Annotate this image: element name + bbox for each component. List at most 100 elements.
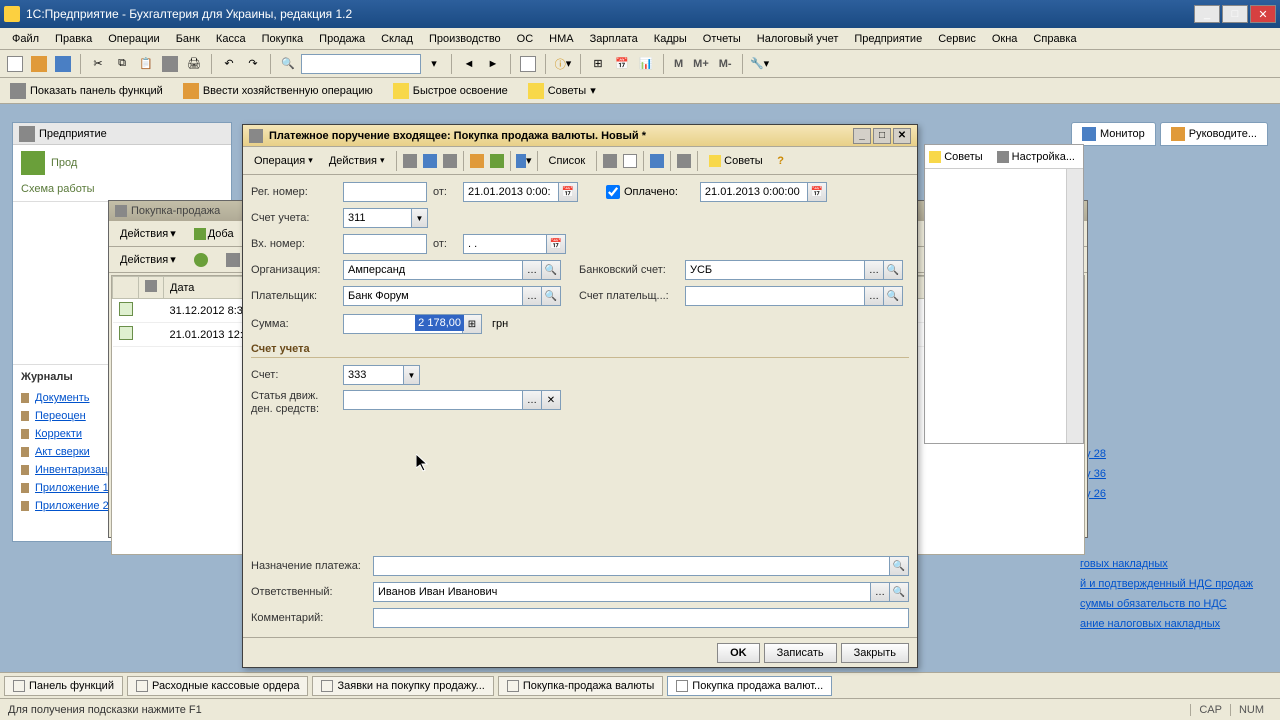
menu-reports[interactable]: Отчеты [695,30,749,48]
menu-salary[interactable]: Зарплата [582,30,646,48]
print-icon[interactable]: 🖨 [183,53,205,75]
chart-icon[interactable]: 📊 [635,53,657,75]
minimize-button[interactable]: _ [1194,5,1220,23]
tb-icon-3[interactable] [441,152,459,170]
payeracc-search-icon[interactable]: 🔍 [883,286,903,306]
show-panel-button[interactable]: Показать панель функций [4,81,169,101]
responsible-select-icon[interactable]: … [870,582,890,602]
org-select-icon[interactable]: … [522,260,542,280]
menu-purchase[interactable]: Покупка [254,30,312,48]
actions-button[interactable]: Действия [322,151,392,171]
m-minus-button[interactable]: M- [715,58,736,70]
from2-input[interactable] [463,234,547,254]
tb-icon-5[interactable] [488,152,506,170]
org-search-icon[interactable]: 🔍 [541,260,561,280]
payer-select-icon[interactable]: … [522,286,542,306]
tab-monitor[interactable]: Монитор [1071,122,1156,146]
dropdown-icon[interactable]: ▾ [423,53,445,75]
tb-icon-2[interactable] [421,152,439,170]
menu-file[interactable]: Файл [4,30,47,48]
nav-back-icon[interactable]: ◄ [458,53,480,75]
purpose-input[interactable] [373,556,890,576]
paste-icon[interactable]: 📋 [135,53,157,75]
tb-icon-8[interactable] [648,152,666,170]
tb-icon-6[interactable] [601,152,619,170]
dialog-close[interactable]: ✕ [893,128,911,144]
task-item-0[interactable]: Расходные кассовые ордера [127,676,309,696]
from1-calendar-icon[interactable]: 📅 [558,182,578,202]
tips-button[interactable]: Советы▾ [522,81,602,101]
icon-1[interactable] [159,53,181,75]
close-button[interactable]: Закрыть [841,643,909,663]
tab-enterprise[interactable]: Предприятие [13,123,231,145]
menu-enterprise[interactable]: Предприятие [846,30,930,48]
rlink-2[interactable]: ту 26 [1080,484,1260,504]
menu-cash[interactable]: Касса [208,30,254,48]
acc-dropdown-icon[interactable]: ▼ [403,365,420,385]
m-button[interactable]: M [670,58,687,70]
from2-calendar-icon[interactable]: 📅 [546,234,566,254]
comment-input[interactable] [373,608,909,628]
bankacc-search-icon[interactable]: 🔍 [883,260,903,280]
tb-icon-9[interactable] [675,152,693,170]
rlink-5[interactable]: суммы обязательств по НДС [1080,594,1260,614]
account-dropdown-icon[interactable]: ▼ [411,208,428,228]
side-settings-button[interactable]: Настройка... [993,149,1079,165]
tb-icon-1[interactable] [401,152,419,170]
menu-warehouse[interactable]: Склад [373,30,421,48]
menu-service[interactable]: Сервис [930,30,984,48]
inno-input[interactable] [343,234,427,254]
tab-manager[interactable]: Руководите... [1160,122,1268,146]
dl-refresh-button[interactable] [187,250,215,270]
open-icon[interactable] [28,53,50,75]
responsible-input[interactable] [373,582,871,602]
article-clear-icon[interactable]: ✕ [541,390,561,410]
side-tips-button[interactable]: Советы [925,149,986,165]
undo-icon[interactable]: ↶ [218,53,240,75]
copy-doc-icon[interactable] [517,53,539,75]
dl-actions2-button[interactable]: Действия ▾ [113,250,183,269]
dl-actions-button[interactable]: Действия ▾ [113,224,183,243]
calendar-icon[interactable]: 📅 [611,53,633,75]
save-button[interactable]: Записать [764,643,837,663]
org-input[interactable] [343,260,523,280]
from1-input[interactable] [463,182,559,202]
sum-calc-icon[interactable]: ⊞ [462,314,482,334]
nav-fwd-icon[interactable]: ► [482,53,504,75]
tools-icon[interactable]: 🔧▾ [749,53,771,75]
responsible-search-icon[interactable]: 🔍 [889,582,909,602]
article-input[interactable] [343,390,523,410]
info-icon[interactable]: ⓘ▾ [552,53,574,75]
payeracc-select-icon[interactable]: … [864,286,884,306]
calc-icon[interactable]: ⊞ [587,53,609,75]
quick-start-button[interactable]: Быстрое освоение [387,81,514,101]
dialog-maximize[interactable]: □ [873,128,891,144]
acc-input[interactable] [343,365,403,385]
redo-icon[interactable]: ↷ [242,53,264,75]
menu-bank[interactable]: Банк [168,30,208,48]
payeracc-input[interactable] [685,286,865,306]
new-icon[interactable] [4,53,26,75]
payer-input[interactable] [343,286,523,306]
ok-button[interactable]: OK [717,643,760,663]
dl-add-button[interactable]: Доба [187,225,241,243]
menu-help[interactable]: Справка [1025,30,1084,48]
dialog-minimize[interactable]: _ [853,128,871,144]
tb-icon-nav[interactable]: ▾ [515,152,533,170]
paid-date-input[interactable] [700,182,808,202]
task-funcpanel[interactable]: Панель функций [4,676,123,696]
menu-production[interactable]: Производство [421,30,509,48]
tb-icon-7[interactable] [621,152,639,170]
operation-button[interactable]: Операция [247,151,320,171]
regno-input[interactable] [343,182,427,202]
task-item-2[interactable]: Покупка-продажа валюты [498,676,663,696]
rlink-6[interactable]: ание налоговых накладных [1080,614,1260,634]
menu-hr[interactable]: Кадры [646,30,695,48]
article-select-icon[interactable]: … [522,390,542,410]
paid-calendar-icon[interactable]: 📅 [807,182,827,202]
rlink-1[interactable]: ту 36 [1080,464,1260,484]
help-icon[interactable]: ? [772,152,790,170]
menu-tax[interactable]: Налоговый учет [749,30,847,48]
menu-nma[interactable]: НМА [541,30,581,48]
bankacc-select-icon[interactable]: … [864,260,884,280]
